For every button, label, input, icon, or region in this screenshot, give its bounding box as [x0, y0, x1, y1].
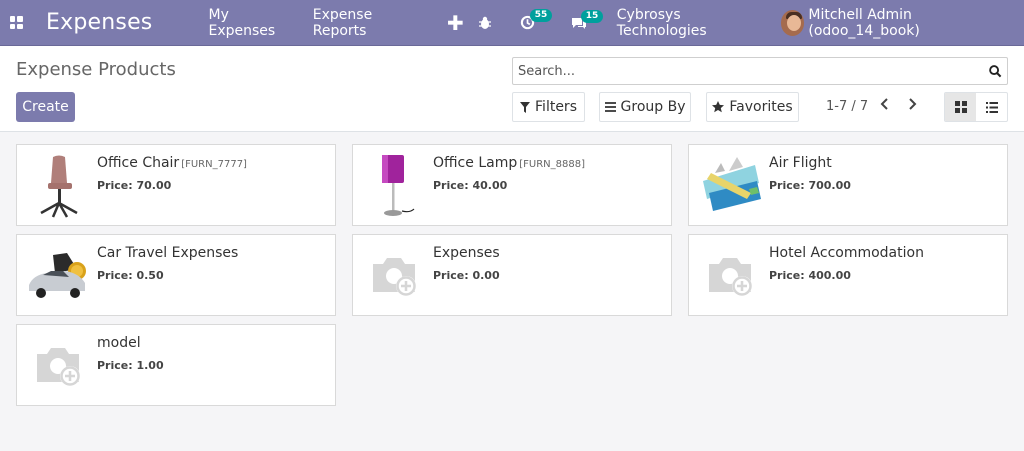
create-button[interactable]: Create: [16, 92, 75, 122]
product-price: Price: 1.00: [97, 359, 164, 372]
page-title: Expense Products: [16, 59, 176, 80]
camera-placeholder-icon: [359, 241, 429, 311]
product-name: Car Travel Expenses: [97, 245, 239, 261]
car-image: [23, 241, 93, 311]
pager-previous-icon[interactable]: [880, 98, 889, 114]
product-name: model: [97, 335, 141, 351]
favorites-button[interactable]: Favorites: [706, 92, 799, 122]
app-brand[interactable]: Expenses: [46, 10, 152, 35]
menu-my-expenses[interactable]: My Expenses: [208, 7, 292, 39]
kanban-view: Office Chair [FURN_7777] Price: 70.00 Off…: [0, 132, 1024, 450]
company-switcher[interactable]: Cybrosys Technologies: [617, 7, 761, 39]
user-menu[interactable]: Mitchell Admin (odoo_14_book): [808, 7, 1008, 39]
messages-chat-icon[interactable]: 15: [571, 9, 604, 30]
product-price: Price: 0.00: [433, 269, 500, 282]
top-navbar: Expenses My Expenses Expense Reports ✚ 5…: [0, 0, 1024, 46]
product-name: Air Flight: [769, 155, 832, 171]
list-view-icon[interactable]: [976, 93, 1007, 121]
message-count-badge: 15: [580, 9, 604, 23]
flight-ticket-image: [695, 151, 765, 221]
kanban-view-icon[interactable]: [945, 93, 976, 121]
star-icon: [712, 101, 725, 113]
filters-button[interactable]: Filters: [512, 92, 585, 122]
product-card-office-lamp[interactable]: Office Lamp [FURN_8888] Price: 40.00: [352, 144, 672, 226]
product-card-air-flight[interactable]: Air Flight Price: 700.00: [688, 144, 1008, 226]
product-price: Price: 700.00: [769, 179, 851, 192]
plus-icon[interactable]: ✚: [447, 13, 464, 33]
product-card-model[interactable]: model Price: 1.00: [16, 324, 336, 406]
filter-funnel-icon: [520, 101, 531, 113]
product-name: Expenses: [433, 245, 500, 261]
apps-grid-icon: [9, 16, 23, 29]
apps-menu-button[interactable]: [1, 0, 31, 46]
product-card-hotel-accommodation[interactable]: Hotel Accommodation Price: 400.00: [688, 234, 1008, 316]
product-price: Price: 0.50: [97, 269, 164, 282]
user-avatar[interactable]: [780, 9, 805, 36]
activity-clock-icon[interactable]: 55: [520, 9, 553, 30]
chair-image: [23, 151, 93, 221]
product-name: Office Lamp [FURN_8888]: [433, 155, 585, 171]
camera-placeholder-icon: [23, 331, 93, 401]
search-box: [512, 57, 1008, 85]
view-switcher: [944, 92, 1008, 122]
product-card-expenses[interactable]: Expenses Price: 0.00: [352, 234, 672, 316]
camera-placeholder-icon: [695, 241, 765, 311]
menu-expense-reports[interactable]: Expense Reports: [313, 7, 421, 39]
debug-bug-icon[interactable]: [478, 16, 492, 30]
product-card-car-travel-expenses[interactable]: Car Travel Expenses Price: 0.50: [16, 234, 336, 316]
group-by-button[interactable]: Group By: [599, 92, 691, 122]
bars-icon: [604, 102, 616, 112]
search-input[interactable]: [513, 63, 983, 79]
pager-next-icon[interactable]: [908, 98, 917, 114]
lamp-image: [359, 151, 429, 221]
product-card-office-chair[interactable]: Office Chair [FURN_7777] Price: 70.00: [16, 144, 336, 226]
product-name: Office Chair [FURN_7777]: [97, 155, 247, 171]
product-price: Price: 70.00: [97, 179, 172, 192]
product-name: Hotel Accommodation: [769, 245, 924, 261]
product-price: Price: 400.00: [769, 269, 851, 282]
product-price: Price: 40.00: [433, 179, 508, 192]
control-panel: Expense Products Create Filters Group By…: [0, 46, 1024, 132]
pager-value[interactable]: 1-7 / 7: [826, 99, 868, 114]
search-icon[interactable]: [983, 64, 1007, 78]
activity-count-badge: 55: [529, 9, 553, 22]
